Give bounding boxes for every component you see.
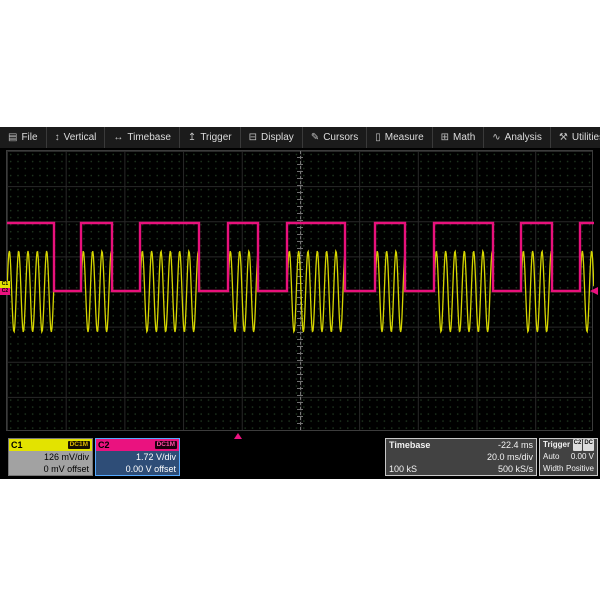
cursor-pen-icon: ✎ — [311, 133, 319, 143]
menu-item-cursors[interactable]: ✎ Cursors — [303, 127, 367, 148]
waveform-svg — [7, 151, 594, 432]
menu-item-label: Analysis — [505, 132, 542, 143]
menu-item-label: File — [21, 132, 37, 143]
ruler-icon: ▯ — [375, 133, 381, 143]
menu-item-label: Vertical — [64, 132, 97, 143]
menu-item-math[interactable]: ⊞ Math — [433, 127, 485, 148]
menu-item-utilities[interactable]: ⚒ Utilities — [551, 127, 600, 148]
menu-item-measure[interactable]: ▯ Measure — [367, 127, 432, 148]
trigger-source-badge: C2 — [573, 439, 583, 451]
trigger-mode: Auto — [543, 451, 559, 463]
trigger-slope: Positive — [566, 463, 594, 475]
trigger-label: Trigger — [543, 439, 570, 451]
menu-item-label: Display — [261, 132, 294, 143]
menu-item-display[interactable]: ⊟ Display — [241, 127, 303, 148]
oscilloscope-app: ▤ File ↕ Vertical ↔ Timebase ↥ Trigger ⊟… — [0, 127, 600, 479]
vertical-arrows-icon: ↕ — [55, 133, 60, 143]
menu-item-timebase[interactable]: ↔ Timebase — [105, 127, 180, 148]
timebase-scale: 20.0 ms/div — [487, 451, 533, 463]
timebase-samples: 100 kS — [389, 463, 417, 475]
menu-item-analysis[interactable]: ∿ Analysis — [484, 127, 551, 148]
c1-label: C1 — [11, 440, 23, 450]
c2-scale: 1.72 V/div — [99, 451, 176, 463]
waveform-grid — [6, 150, 593, 431]
horizontal-arrows-icon: ↔ — [113, 133, 123, 143]
timebase-rate: 500 kS/s — [498, 463, 533, 475]
display-icon: ⊟ — [249, 133, 257, 143]
trigger-level: 0.00 V — [571, 451, 594, 463]
c1-offset: 0 mV offset — [12, 463, 89, 475]
menu-item-label: Utilities — [572, 132, 600, 143]
menu-item-label: Timebase — [127, 132, 171, 143]
trigger-type: Width — [543, 463, 563, 475]
trigger-arrow-icon: ↥ — [188, 133, 196, 143]
c2-zero-marker[interactable]: C2 — [0, 288, 10, 295]
menu-item-trigger[interactable]: ↥ Trigger — [180, 127, 241, 148]
c1-scale: 126 mV/div — [12, 451, 89, 463]
calculator-icon: ⊞ — [441, 133, 449, 143]
trigger-delay-marker[interactable] — [234, 433, 242, 439]
c2-coupling-badge: DC1M — [155, 441, 177, 449]
menu-item-label: Math — [453, 132, 475, 143]
timebase-descriptor[interactable]: Timebase -22.4 ms 20.0 ms/div 100 kS 500… — [385, 438, 537, 476]
analysis-chart-icon: ∿ — [492, 133, 500, 143]
trigger-descriptor[interactable]: Trigger C2 DC Auto 0.00 V Width Positive — [539, 438, 598, 476]
menu-item-label: Trigger — [200, 132, 231, 143]
menu-item-vertical[interactable]: ↕ Vertical — [47, 127, 106, 148]
menu-item-file[interactable]: ▤ File — [0, 127, 47, 148]
c1-zero-marker[interactable]: C1 — [0, 281, 10, 288]
menu-item-label: Measure — [385, 132, 424, 143]
trigger-level-marker[interactable] — [590, 287, 598, 295]
c2-label: C2 — [98, 440, 110, 450]
timebase-delay: -22.4 ms — [498, 439, 533, 451]
c1-descriptor[interactable]: C1 DC1M 126 mV/div 0 mV offset — [8, 438, 93, 476]
c1-coupling-badge: DC1M — [68, 441, 90, 449]
c2-offset: 0.00 V offset — [99, 463, 176, 475]
file-icon: ▤ — [8, 133, 17, 143]
trigger-coupling-badge: DC — [583, 439, 594, 451]
timebase-label: Timebase — [389, 439, 430, 451]
menu-bar: ▤ File ↕ Vertical ↔ Timebase ↥ Trigger ⊟… — [0, 127, 600, 148]
menu-item-label: Cursors — [323, 132, 358, 143]
tools-icon: ⚒ — [559, 133, 568, 143]
c2-descriptor[interactable]: C2 DC1M 1.72 V/div 0.00 V offset — [95, 438, 180, 476]
